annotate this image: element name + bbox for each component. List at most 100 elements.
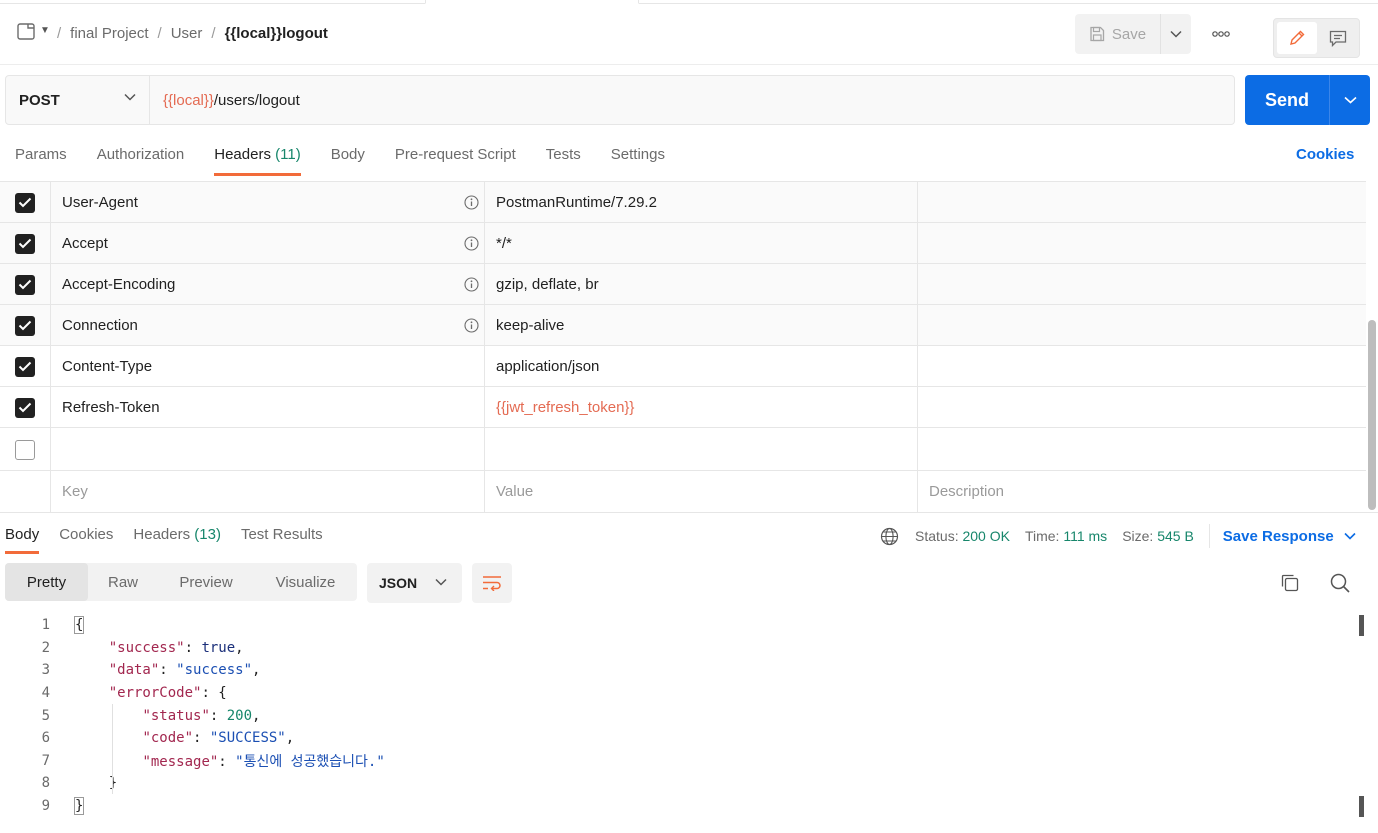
check-icon <box>18 402 32 413</box>
header-description-cell[interactable] <box>918 346 1366 387</box>
tab-response-body[interactable]: Body <box>5 526 40 554</box>
description-placeholder: Description <box>929 483 1005 500</box>
header-key-cell[interactable]: User-Agent <box>51 182 485 223</box>
header-value-cell[interactable] <box>485 428 918 471</box>
header-key-cell[interactable]: Refresh-Token <box>51 387 485 428</box>
request-name[interactable]: {{local}}logout <box>225 25 328 42</box>
header-checkbox[interactable] <box>15 356 35 377</box>
search-icon[interactable] <box>1329 572 1351 594</box>
save-button[interactable]: Save <box>1075 14 1161 54</box>
info-icon[interactable] <box>464 195 479 210</box>
code-text: } <box>75 775 117 791</box>
header-key-cell[interactable]: Accept <box>51 223 485 264</box>
header-value-cell[interactable]: application/json <box>485 346 918 387</box>
tab-body[interactable]: Body <box>331 146 365 176</box>
editor-scrollbar-marker[interactable] <box>1359 615 1364 636</box>
header-description-cell[interactable] <box>918 264 1366 305</box>
save-options-button[interactable] <box>1161 14 1191 54</box>
view-preview-button[interactable]: Preview <box>158 563 254 601</box>
header-checkbox[interactable] <box>15 315 35 336</box>
headers-scrollbar[interactable] <box>1368 320 1376 510</box>
save-icon <box>1090 26 1105 42</box>
editor-scrollbar-marker[interactable] <box>1359 796 1364 817</box>
tab-response-cookies[interactable]: Cookies <box>59 526 113 554</box>
save-label: Save <box>1111 25 1147 43</box>
request-header: ▼ / final Project / User / {{local}}logo… <box>0 4 1378 65</box>
json-key: "errorCode" <box>108 685 202 702</box>
info-icon[interactable] <box>464 236 479 251</box>
header-description-cell[interactable] <box>918 428 1366 471</box>
code-line: 5 "status": 200, <box>0 704 1358 727</box>
code-text: } <box>73 797 85 816</box>
method-select[interactable]: POST <box>6 76 150 124</box>
wrap-lines-button[interactable] <box>472 563 512 603</box>
header-row: User-Agent PostmanRuntime/7.29.2 <box>0 182 1366 223</box>
header-key-input[interactable]: Key <box>51 471 485 512</box>
header-checkbox[interactable] <box>15 397 35 418</box>
chevron-down-icon <box>1343 96 1357 104</box>
tab-settings[interactable]: Settings <box>611 146 665 176</box>
comments-button[interactable] <box>1319 22 1357 54</box>
save-response-label: Save Response <box>1222 527 1334 545</box>
header-key-cell[interactable] <box>51 428 485 471</box>
header-description-cell[interactable] <box>918 305 1366 346</box>
header-description-input[interactable]: Description <box>918 471 1366 512</box>
request-tabs: Params Authorization Headers (11) Body P… <box>15 146 695 176</box>
header-value-cell[interactable]: PostmanRuntime/7.29.2 <box>485 182 918 223</box>
header-key-cell[interactable]: Accept-Encoding <box>51 264 485 305</box>
cookies-link[interactable]: Cookies <box>1296 146 1354 163</box>
header-checkbox[interactable] <box>15 274 35 295</box>
more-actions-button[interactable] <box>1206 24 1236 44</box>
response-body-editor[interactable]: 1 { 2 "success": true, 3 "data": "succes… <box>0 614 1358 824</box>
breadcrumb-item-collection[interactable]: final Project <box>70 25 148 42</box>
header-key-cell[interactable]: Content-Type <box>51 346 485 387</box>
header-value-cell[interactable]: gzip, deflate, br <box>485 264 918 305</box>
view-raw-button[interactable]: Raw <box>88 563 158 601</box>
header-checkbox[interactable] <box>15 192 35 213</box>
request-icon[interactable] <box>17 23 35 40</box>
format-select[interactable]: JSON <box>367 563 462 603</box>
header-checkbox[interactable] <box>15 439 35 460</box>
header-value-input[interactable]: Value <box>485 471 918 512</box>
code-line: 8 } <box>0 772 1358 795</box>
check-icon <box>18 238 32 249</box>
key-placeholder: Key <box>62 483 88 500</box>
header-value-cell[interactable]: {{jwt_refresh_token}} <box>485 387 918 428</box>
info-icon[interactable] <box>464 277 479 292</box>
tab-test-results[interactable]: Test Results <box>241 526 323 554</box>
tab-authorization[interactable]: Authorization <box>97 146 185 176</box>
tab-response-headers[interactable]: Headers (13) <box>133 526 221 554</box>
header-description-cell[interactable] <box>918 387 1366 428</box>
time-readout[interactable]: Time: 111 ms <box>1025 528 1107 544</box>
header-key-cell[interactable]: Connection <box>51 305 485 346</box>
tab-headers[interactable]: Headers (11) <box>214 146 302 176</box>
url-input[interactable]: {{local}}/users/logout <box>150 76 1234 124</box>
header-value: gzip, deflate, br <box>496 276 599 293</box>
info-icon[interactable] <box>464 318 479 333</box>
header-checkbox[interactable] <box>15 233 35 254</box>
code-text: "code": "SUCCESS", <box>142 730 295 747</box>
caret-down-icon[interactable]: ▼ <box>40 25 50 36</box>
header-value-cell[interactable]: */* <box>485 223 918 264</box>
tab-tests[interactable]: Tests <box>546 146 581 176</box>
status-readout[interactable]: Status: 200 OK <box>915 528 1010 544</box>
edit-mode-button[interactable] <box>1277 22 1317 54</box>
copy-icon[interactable] <box>1279 572 1301 594</box>
globe-icon[interactable] <box>880 527 899 546</box>
header-key: Refresh-Token <box>62 399 160 416</box>
send-button[interactable]: Send <box>1245 75 1330 125</box>
save-response-button[interactable]: Save Response <box>1223 528 1356 545</box>
send-options-button[interactable] <box>1330 75 1370 125</box>
line-number: 4 <box>41 685 50 702</box>
view-pretty-button[interactable]: Pretty <box>5 563 88 601</box>
header-description-cell[interactable] <box>918 182 1366 223</box>
header-value-cell[interactable]: keep-alive <box>485 305 918 346</box>
breadcrumb-item-folder[interactable]: User <box>171 25 203 42</box>
header-description-cell[interactable] <box>918 223 1366 264</box>
json-value: "SUCCESS" <box>209 730 286 747</box>
size-readout[interactable]: Size: 545 B <box>1122 528 1194 544</box>
tab-params[interactable]: Params <box>15 146 67 176</box>
view-visualize-button[interactable]: Visualize <box>254 563 357 601</box>
tab-prerequest-script[interactable]: Pre-request Script <box>395 146 516 176</box>
header-checkbox-cell <box>0 346 51 387</box>
